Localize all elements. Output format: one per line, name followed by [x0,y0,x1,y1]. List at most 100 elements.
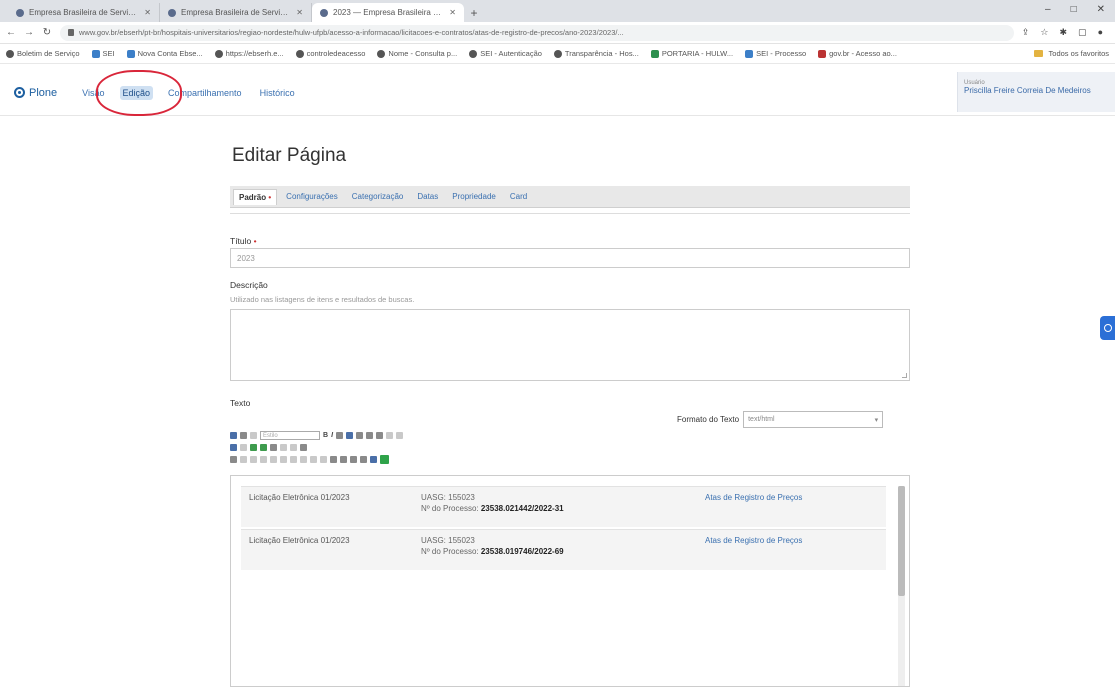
description-textarea[interactable] [230,309,910,381]
text-format-label: Formato do Texto [677,415,740,424]
bookmark-icon [553,49,562,58]
bookmark-item[interactable]: Nome - Consulta p... [377,49,457,58]
style-select[interactable]: Estilo [260,431,320,440]
rich-text-editor[interactable]: Licitação Eletrônica 01/2023 UASG: 15502… [230,475,910,687]
close-tab-icon[interactable]: ✕ [144,8,151,17]
form-tabs: Padrão • Configurações Categorização Dat… [230,186,910,208]
table-link[interactable]: Atas de Registro de Preços [701,493,886,527]
image-icon[interactable] [250,444,257,451]
plone-logo[interactable]: Plone [14,87,57,99]
description-label: Descrição [230,280,268,290]
bold-button[interactable]: B [323,432,328,439]
special-char-icon[interactable] [290,444,297,451]
spellcheck-icon[interactable] [360,456,367,463]
tab-ownership[interactable]: Propriedade [447,189,501,204]
split-cells-icon[interactable] [340,456,347,463]
tab-categorization[interactable]: Categorização [347,189,409,204]
bookmark-icon [469,49,478,58]
scrollbar-thumb[interactable] [898,486,905,596]
browser-tab-active[interactable]: 2023 — Empresa Brasileira de S... ✕ [312,3,464,22]
new-tab-button[interactable]: + [464,3,484,22]
browser-tab[interactable]: Empresa Brasileira de Serviços H... ✕ [8,3,160,22]
title-input[interactable] [230,248,910,268]
bookmark-item[interactable]: gov.br - Acesso ao... [818,49,897,58]
back-button[interactable]: ← [6,27,16,38]
reload-button[interactable]: ↻ [42,27,52,38]
numbered-list-icon[interactable] [396,432,404,439]
insert-col-icon[interactable] [310,456,317,463]
bookmark-item[interactable]: SEI [91,49,115,58]
hr-icon[interactable] [280,444,287,451]
user-menu[interactable]: Usuário Priscilla Freire Correia De Mede… [957,72,1115,112]
bookmark-item[interactable]: https://ebserh.e... [214,49,284,58]
required-marker: • [268,192,272,202]
maximize-button[interactable]: □ [1071,4,1077,15]
plone-logo-icon [14,87,25,98]
insert-row-icon[interactable] [290,456,297,463]
browser-tab[interactable]: Empresa Brasileira de Serviços H... ✕ [160,3,312,22]
table-icon[interactable] [260,444,267,451]
fullscreen-icon[interactable] [370,456,377,463]
bookmark-item[interactable]: Boletim de Serviço [6,49,80,58]
copy-icon[interactable] [240,432,247,439]
tab-default[interactable]: Padrão • [233,188,278,205]
bullet-list-icon[interactable] [386,432,394,439]
tab-settings[interactable]: Configurações [281,189,343,204]
toolbar-row [230,454,910,465]
profile-icon[interactable]: ● [1098,27,1103,38]
text-format-select[interactable]: text/html ▾ [743,411,884,428]
table-row: Licitação Eletrônica 01/2023 UASG: 15502… [241,529,886,570]
table-cell: Licitação Eletrônica 01/2023 [249,536,350,545]
chat-widget-icon[interactable] [1100,316,1115,340]
bookmark-item[interactable]: Transparência - Hos... [553,49,639,58]
source-icon[interactable] [230,456,237,463]
tab-dates[interactable]: Datas [412,189,443,204]
font-color-icon[interactable] [346,432,354,439]
table-link[interactable]: Atas de Registro de Preços [701,536,886,570]
bookmark-item[interactable]: SEI - Autenticação [469,49,542,58]
bookmark-icon [214,49,223,58]
bookmark-item[interactable]: Nova Conta Ebse... [126,49,203,58]
subscript-icon[interactable] [300,444,307,451]
bookmark-item[interactable]: PORTARIA - HULW... [650,49,733,58]
pilcrow-icon[interactable] [350,456,357,463]
anchor-icon[interactable] [270,444,277,451]
close-tab-icon[interactable]: ✕ [296,8,303,17]
paste-icon[interactable] [250,432,257,439]
media-icon[interactable] [380,455,389,464]
tab-card[interactable]: Card [505,189,532,204]
align-left-icon[interactable] [336,432,344,439]
star-icon[interactable]: ☆ [1040,27,1048,38]
url-field[interactable]: www.gov.br/ebserh/pt-br/hospitais-univer… [60,24,1014,41]
share-icon[interactable]: ⇪ [1022,27,1030,38]
bookmark-item[interactable]: SEI - Processo [745,49,806,58]
merge-cells-icon[interactable] [330,456,337,463]
extensions-icon[interactable]: ✱ [1060,27,1068,38]
content-table: Licitação Eletrônica 01/2023 UASG: 15502… [241,486,886,572]
cell-props-icon[interactable] [280,456,287,463]
unlink-icon[interactable] [240,444,247,451]
close-tab-icon[interactable]: ✕ [449,8,456,17]
link-icon[interactable] [230,444,237,451]
forward-button[interactable]: → [24,27,34,38]
sidebar-icon[interactable]: ▢ [1078,27,1087,38]
cut-icon[interactable] [230,432,237,439]
all-bookmarks-button[interactable]: Todos os favoritos [1033,49,1109,58]
minimize-button[interactable]: – [1045,4,1051,15]
align-right-icon[interactable] [366,432,374,439]
bookmark-item[interactable]: controledeacesso [295,49,365,58]
menu-item-history[interactable]: Histórico [257,86,298,100]
close-window-button[interactable]: ✕ [1097,4,1105,15]
resize-handle-icon[interactable] [902,373,907,378]
delete-row-icon[interactable] [300,456,307,463]
row-props-icon[interactable] [270,456,277,463]
favicon-icon [16,8,24,17]
table-props-icon[interactable] [260,456,267,463]
justify-icon[interactable] [376,432,384,439]
italic-button[interactable]: I [331,432,333,439]
editor-scrollbar[interactable] [898,486,905,686]
undo-icon[interactable] [240,456,247,463]
redo-icon[interactable] [250,456,257,463]
delete-col-icon[interactable] [320,456,327,463]
align-center-icon[interactable] [356,432,364,439]
